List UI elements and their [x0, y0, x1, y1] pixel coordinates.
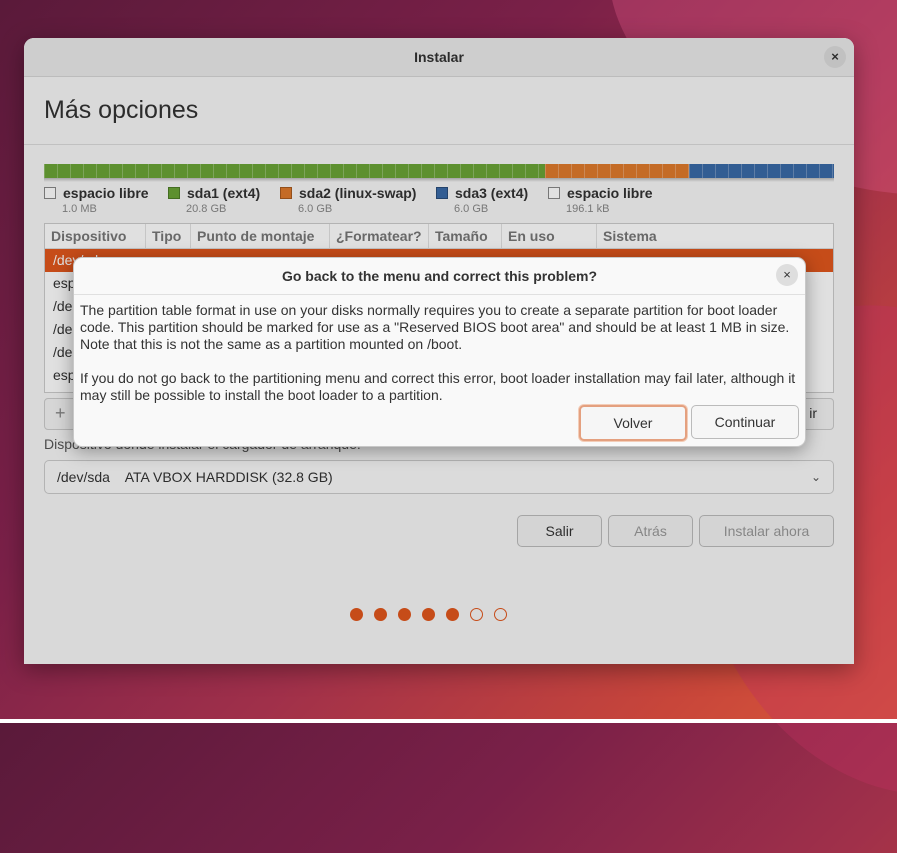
legend-item: sda2 (linux-swap) 6.0 GB	[280, 185, 420, 215]
go-back-button[interactable]: Volver	[579, 405, 687, 441]
progress-dot	[446, 608, 459, 621]
swatch-free	[44, 187, 56, 199]
swatch-sda3	[436, 187, 448, 199]
swatch-sda1	[168, 187, 180, 199]
swatch-sda2	[280, 187, 292, 199]
dialog-paragraph: If you do not go back to the partitionin…	[80, 370, 796, 403]
dialog-close-button[interactable]: ×	[776, 264, 798, 286]
partition-bar	[44, 164, 834, 178]
legend-item: sda1 (ext4) 20.8 GB	[168, 185, 264, 215]
legend-size: 20.8 GB	[186, 203, 227, 215]
partition-segment	[44, 164, 545, 178]
column-header[interactable]: Tipo	[146, 224, 191, 248]
revert-button[interactable]: ir	[809, 405, 817, 421]
progress-dot	[350, 608, 363, 621]
progress-dot	[494, 608, 507, 621]
close-icon: ×	[783, 267, 791, 282]
dialog-paragraph: The partition table format in use on you…	[80, 302, 790, 352]
table-header: Dispositivo Tipo Punto de montaje ¿Forma…	[45, 224, 833, 249]
legend-label: sda2 (linux-swap)	[299, 185, 417, 201]
swatch-free	[548, 187, 560, 199]
legend-label: espacio libre	[567, 185, 653, 201]
page-title: Más opciones	[44, 96, 199, 124]
column-header[interactable]: Tamaño	[429, 224, 502, 248]
bootloader-device-value: /dev/sda ATA VBOX HARDDISK (32.8 GB)	[57, 469, 333, 485]
progress-dot	[374, 608, 387, 621]
quit-button[interactable]: Salir	[517, 515, 602, 547]
legend-size: 6.0 GB	[298, 203, 333, 215]
back-button[interactable]: Atrás	[608, 515, 693, 547]
column-header[interactable]: ¿Formatear?	[330, 224, 429, 248]
install-now-button[interactable]: Instalar ahora	[699, 515, 834, 547]
progress-dot	[398, 608, 411, 621]
progress-dots	[350, 608, 518, 621]
legend-label: espacio libre	[63, 185, 149, 201]
progress-dot	[422, 608, 435, 621]
dialog-title: Go back to the menu and correct this pro…	[74, 258, 805, 295]
legend-size: 1.0 MB	[62, 203, 97, 215]
legend-item: espacio libre 196.1 kB	[548, 185, 658, 215]
column-header[interactable]: En uso	[502, 224, 597, 248]
error-dialog: Go back to the menu and correct this pro…	[73, 257, 806, 447]
window-title: Instalar	[414, 49, 464, 65]
chevron-down-icon: ⌄	[810, 470, 821, 484]
add-partition-button[interactable]: +	[55, 403, 66, 424]
partition-segment	[544, 164, 690, 178]
partition-legend: espacio libre 1.0 MB sda1 (ext4) 20.8 GB…	[44, 185, 674, 215]
window-close-button[interactable]: ×	[824, 46, 846, 68]
legend-item: espacio libre 1.0 MB	[44, 185, 152, 215]
header-divider	[24, 144, 854, 145]
progress-dot	[470, 608, 483, 621]
legend-size: 196.1 kB	[566, 203, 610, 215]
legend-label: sda1 (ext4)	[187, 185, 261, 201]
partition-bar-reflection	[44, 178, 834, 182]
column-header[interactable]: Dispositivo	[45, 224, 146, 248]
window-titlebar: Instalar ×	[24, 38, 854, 77]
column-header[interactable]: Punto de montaje	[191, 224, 330, 248]
dialog-message: The partition table format in use on you…	[80, 302, 800, 421]
legend-size: 6.0 GB	[454, 203, 489, 215]
partition-segment	[689, 164, 834, 178]
legend-label: sda3 (ext4)	[455, 185, 529, 201]
close-icon: ×	[831, 49, 839, 64]
bootloader-device-select[interactable]: /dev/sda ATA VBOX HARDDISK (32.8 GB) ⌄	[44, 460, 834, 494]
continue-button[interactable]: Continuar	[691, 405, 799, 439]
desktop-bottom-strip	[0, 719, 897, 723]
column-header[interactable]: Sistema	[597, 224, 809, 248]
legend-item: sda3 (ext4) 6.0 GB	[436, 185, 532, 215]
